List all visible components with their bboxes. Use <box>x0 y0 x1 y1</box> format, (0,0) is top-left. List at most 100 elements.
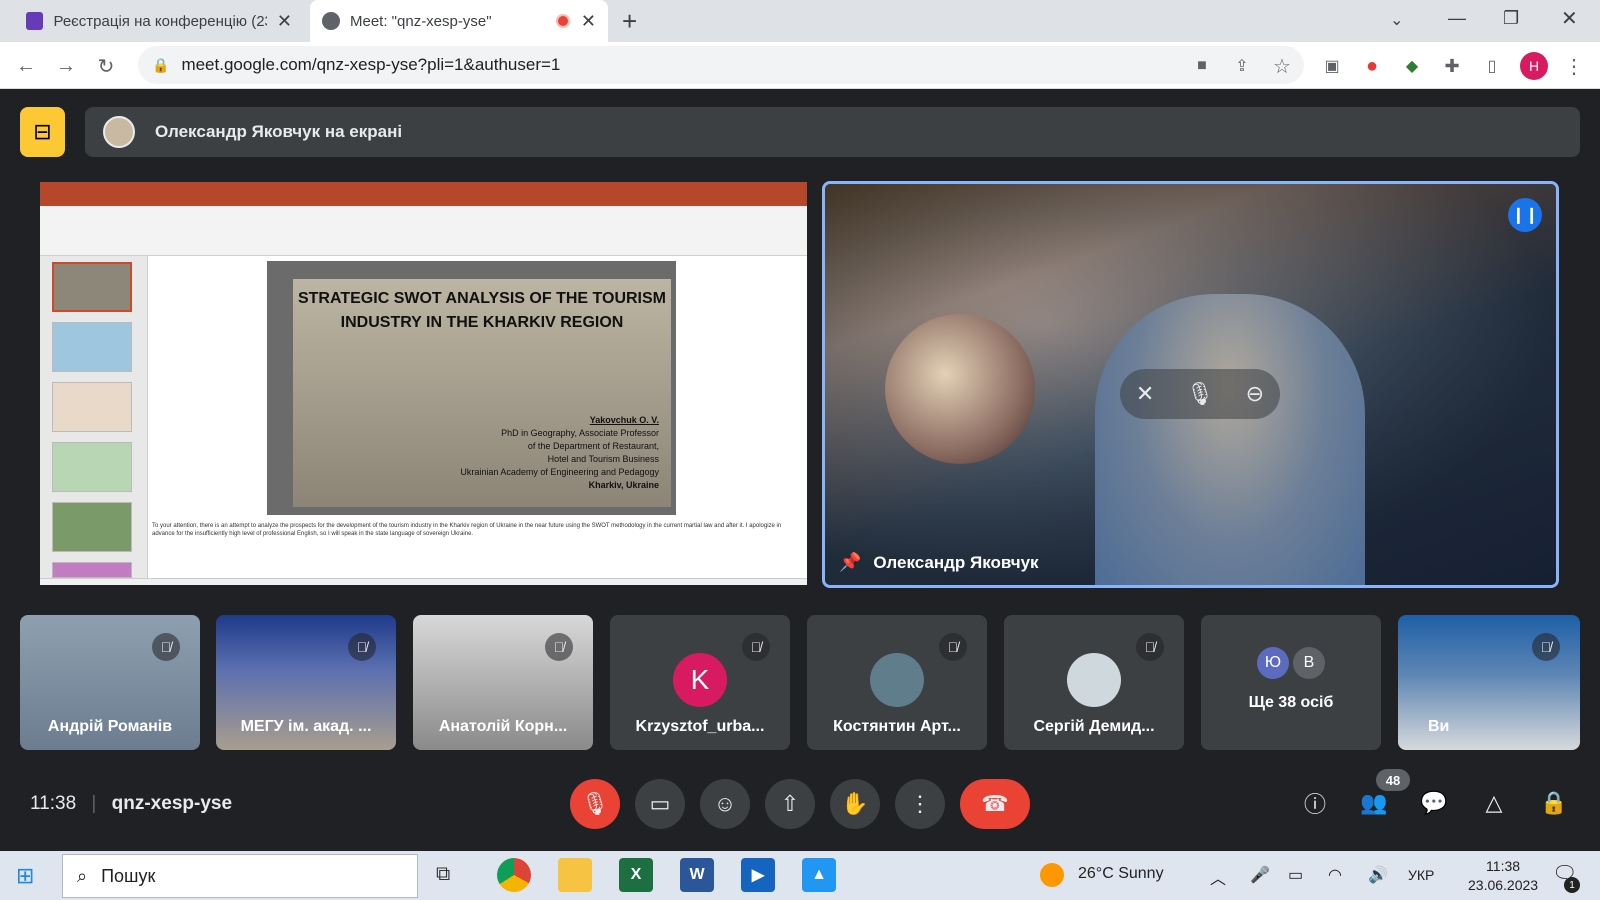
unpin-icon[interactable]: ✕ <box>1136 381 1154 407</box>
microphone-tray-icon[interactable]: 🎤 <box>1250 865 1270 885</box>
slide-author-line: of the Department of Restaurant, <box>527 441 659 451</box>
tab-meet[interactable]: Meet: "qnz-xesp-yse" ✕ <box>310 0 608 42</box>
chat-icon[interactable]: 💬 <box>1417 786 1451 820</box>
participant-tile-self[interactable]: 🎙̸ Ви <box>1398 615 1580 750</box>
meeting-info-icon[interactable]: ⓘ <box>1298 786 1332 820</box>
menu-icon[interactable]: ⋮ <box>1560 52 1588 80</box>
emoji-icon: ☺ <box>713 791 737 816</box>
close-icon[interactable]: ✕ <box>581 11 596 32</box>
camera-toggle-button[interactable]: ▭ <box>635 779 685 829</box>
speaker-tile[interactable]: ✕ 🎙 ⊖ ❙❙ 📌 Олександр Яковчук <box>822 181 1559 588</box>
forward-icon[interactable]: → <box>52 52 80 80</box>
mic-off-icon: 🎙̸ <box>545 633 573 661</box>
participant-tile[interactable]: 🎙̸ K Krzysztof_urba... <box>610 615 790 750</box>
camera-icon[interactable]: ■ <box>1188 52 1216 80</box>
weather-text[interactable]: 26°C Sunny <box>1078 865 1164 883</box>
wifi-icon[interactable]: ◠ <box>1328 865 1342 885</box>
mic-icon[interactable]: 🎙 <box>1186 381 1214 407</box>
volume-icon[interactable]: 🔊 <box>1368 865 1388 885</box>
taskbar-search[interactable]: ⌕ Пошук <box>62 854 418 898</box>
mic-toggle-button[interactable]: 🎙 <box>570 779 620 829</box>
slide-author-line: Hotel and Tourism Business <box>547 454 659 464</box>
language-indicator[interactable]: УКР <box>1408 867 1434 883</box>
reactions-button[interactable]: ☺ <box>700 779 750 829</box>
presentation-banner: Олександр Яковчук на екрані <box>85 107 1580 157</box>
browser-toolbar: ← → ↻ 🔒 meet.google.com/qnz-xesp-yse?pli… <box>0 42 1600 89</box>
sidepanel-icon[interactable]: ▯ <box>1478 52 1506 80</box>
back-icon[interactable]: ← <box>12 52 40 80</box>
profile-avatar[interactable]: H <box>1520 52 1548 80</box>
mini-avatar: В <box>1293 647 1325 679</box>
restore-icon[interactable]: ❐ <box>1503 8 1519 29</box>
participant-name: Krzysztof_urba... <box>635 718 765 735</box>
meeting-code: qnz-xesp-yse <box>111 793 233 814</box>
media-player-icon[interactable]: ▶ <box>741 858 775 892</box>
participant-tile[interactable]: 🎙̸ Сергій Демид... <box>1004 615 1184 750</box>
adblock-extension-icon[interactable]: ● <box>1358 52 1386 80</box>
stop-presenting-icon[interactable]: ⊟ <box>20 107 65 157</box>
reload-icon[interactable]: ↻ <box>92 52 120 80</box>
tile-controls: ✕ 🎙 ⊖ <box>1120 369 1280 419</box>
present-icon: ⇧ <box>780 791 800 816</box>
participant-tile[interactable]: 🎙̸ Костянтин Арт... <box>807 615 987 750</box>
remove-icon[interactable]: ⊖ <box>1246 381 1264 407</box>
hand-icon: ✋ <box>841 791 869 816</box>
share-icon[interactable]: ⇪ <box>1228 52 1256 80</box>
participant-tile[interactable]: 🎙̸ Андрій Романів <box>20 615 200 750</box>
address-bar[interactable]: 🔒 meet.google.com/qnz-xesp-yse?pli=1&aut… <box>138 46 1304 84</box>
people-icon[interactable]: 👥 <box>1357 786 1391 820</box>
notification-count: 1 <box>1564 877 1580 893</box>
slide-thumbnail <box>52 562 132 578</box>
participant-name: Костянтин Арт... <box>833 718 961 735</box>
powerpoint-statusbar <box>40 578 807 585</box>
chrome-icon[interactable] <box>497 858 531 892</box>
slide-thumbnail <box>52 502 132 552</box>
host-controls-icon[interactable]: 🔒 <box>1537 786 1571 820</box>
shared-screen-tile[interactable]: STRATEGIC SWOT ANALYSIS OF THE TOURISM I… <box>40 182 807 585</box>
ro-extension-icon[interactable]: ◆ <box>1398 52 1426 80</box>
participant-tile[interactable]: 🎙̸ Анатолій Корн... <box>413 615 593 750</box>
more-options-button[interactable]: ⋮ <box>895 779 945 829</box>
bookmark-icon[interactable]: ☆ <box>1268 52 1296 80</box>
raise-hand-button[interactable]: ✋ <box>830 779 880 829</box>
taskbar-time: 11:38 <box>1486 858 1521 874</box>
meet-stage: ⊟ Олександр Яковчук на екрані STRATEGIC … <box>0 89 1600 851</box>
background-planet <box>885 314 1035 464</box>
close-window-icon[interactable]: ✕ <box>1561 6 1578 31</box>
minimize-icon[interactable]: — <box>1448 8 1466 29</box>
battery-icon[interactable]: ▭ <box>1288 865 1303 885</box>
word-icon[interactable]: W <box>680 858 714 892</box>
task-view-icon[interactable]: ⧉ <box>436 863 450 886</box>
recording-icon <box>556 14 570 28</box>
tab-search-icon[interactable]: ⌄ <box>1390 10 1403 30</box>
slide-thumbnail <box>52 442 132 492</box>
slide-author-line: PhD in Geography, Associate Professor <box>501 428 659 438</box>
close-icon[interactable]: ✕ <box>277 11 292 32</box>
leave-call-button[interactable]: ☎ <box>960 779 1030 829</box>
present-button[interactable]: ⇧ <box>765 779 815 829</box>
avatar <box>103 116 135 148</box>
slide-author-line: Ukrainian Academy of Engineering and Ped… <box>460 467 659 477</box>
forms-icon <box>26 12 44 30</box>
camera-icon: ▭ <box>649 791 671 816</box>
hangup-icon: ☎ <box>981 791 1009 816</box>
presenter-label: Олександр Яковчук на екрані <box>155 122 403 141</box>
windows-start-icon[interactable]: ⊞ <box>16 863 34 889</box>
taskbar-clock[interactable]: 11:38 23.06.2023 <box>1468 857 1538 895</box>
speaking-indicator-icon: ❙❙ <box>1508 198 1542 232</box>
participant-tile[interactable]: 🎙̸ МЕГУ ім. акад. ... <box>216 615 396 750</box>
participant-name: Сергій Демид... <box>1033 718 1155 735</box>
tab-registration[interactable]: Реєстрація на конференцію (23 ✕ <box>14 0 304 42</box>
url-text: meet.google.com/qnz-xesp-yse?pli=1&authu… <box>181 55 561 74</box>
excel-icon[interactable]: X <box>619 858 653 892</box>
file-explorer-icon[interactable] <box>558 858 592 892</box>
mini-avatar: Ю <box>1257 647 1289 679</box>
photos-icon[interactable]: ▲ <box>802 858 836 892</box>
slide-author: Yakovchuk O. V. <box>589 415 659 425</box>
pdf-extension-icon[interactable]: ▣ <box>1318 52 1346 80</box>
more-participants-tile[interactable]: Ю В Ще 38 осіб <box>1201 615 1381 750</box>
extensions-icon[interactable]: ✚ <box>1438 52 1466 80</box>
new-tab-button[interactable]: + <box>622 6 637 37</box>
tray-overflow-icon[interactable]: ︿ <box>1210 865 1226 889</box>
activities-icon[interactable]: △ <box>1477 786 1511 820</box>
